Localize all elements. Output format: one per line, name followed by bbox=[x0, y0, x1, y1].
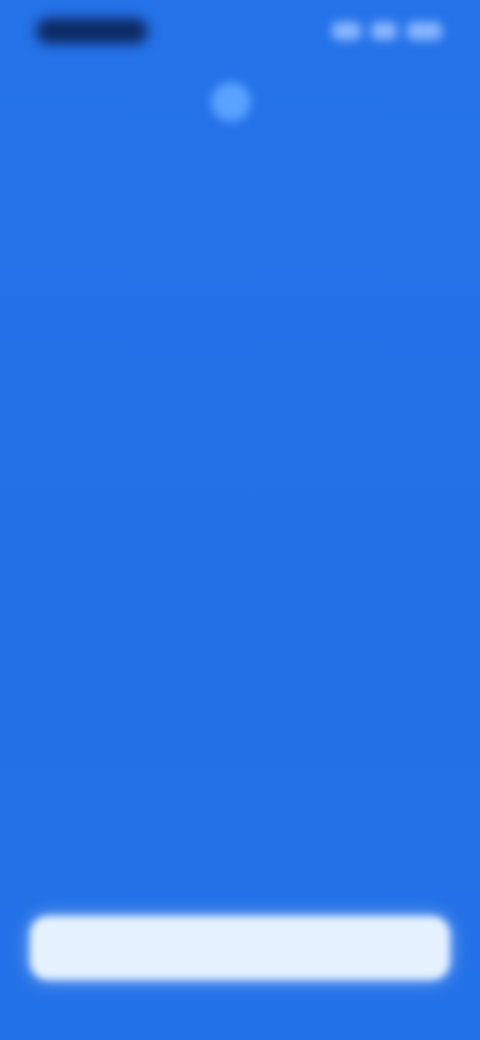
app-header bbox=[0, 80, 480, 124]
signal-icon bbox=[332, 22, 362, 40]
get-started-button[interactable] bbox=[30, 916, 450, 980]
app-screen bbox=[0, 0, 480, 1040]
app-logo-icon bbox=[211, 82, 251, 122]
battery-icon bbox=[406, 22, 442, 40]
status-icons bbox=[332, 22, 442, 42]
status-bar bbox=[28, 14, 452, 48]
status-time bbox=[36, 18, 148, 44]
wifi-icon bbox=[371, 22, 397, 40]
